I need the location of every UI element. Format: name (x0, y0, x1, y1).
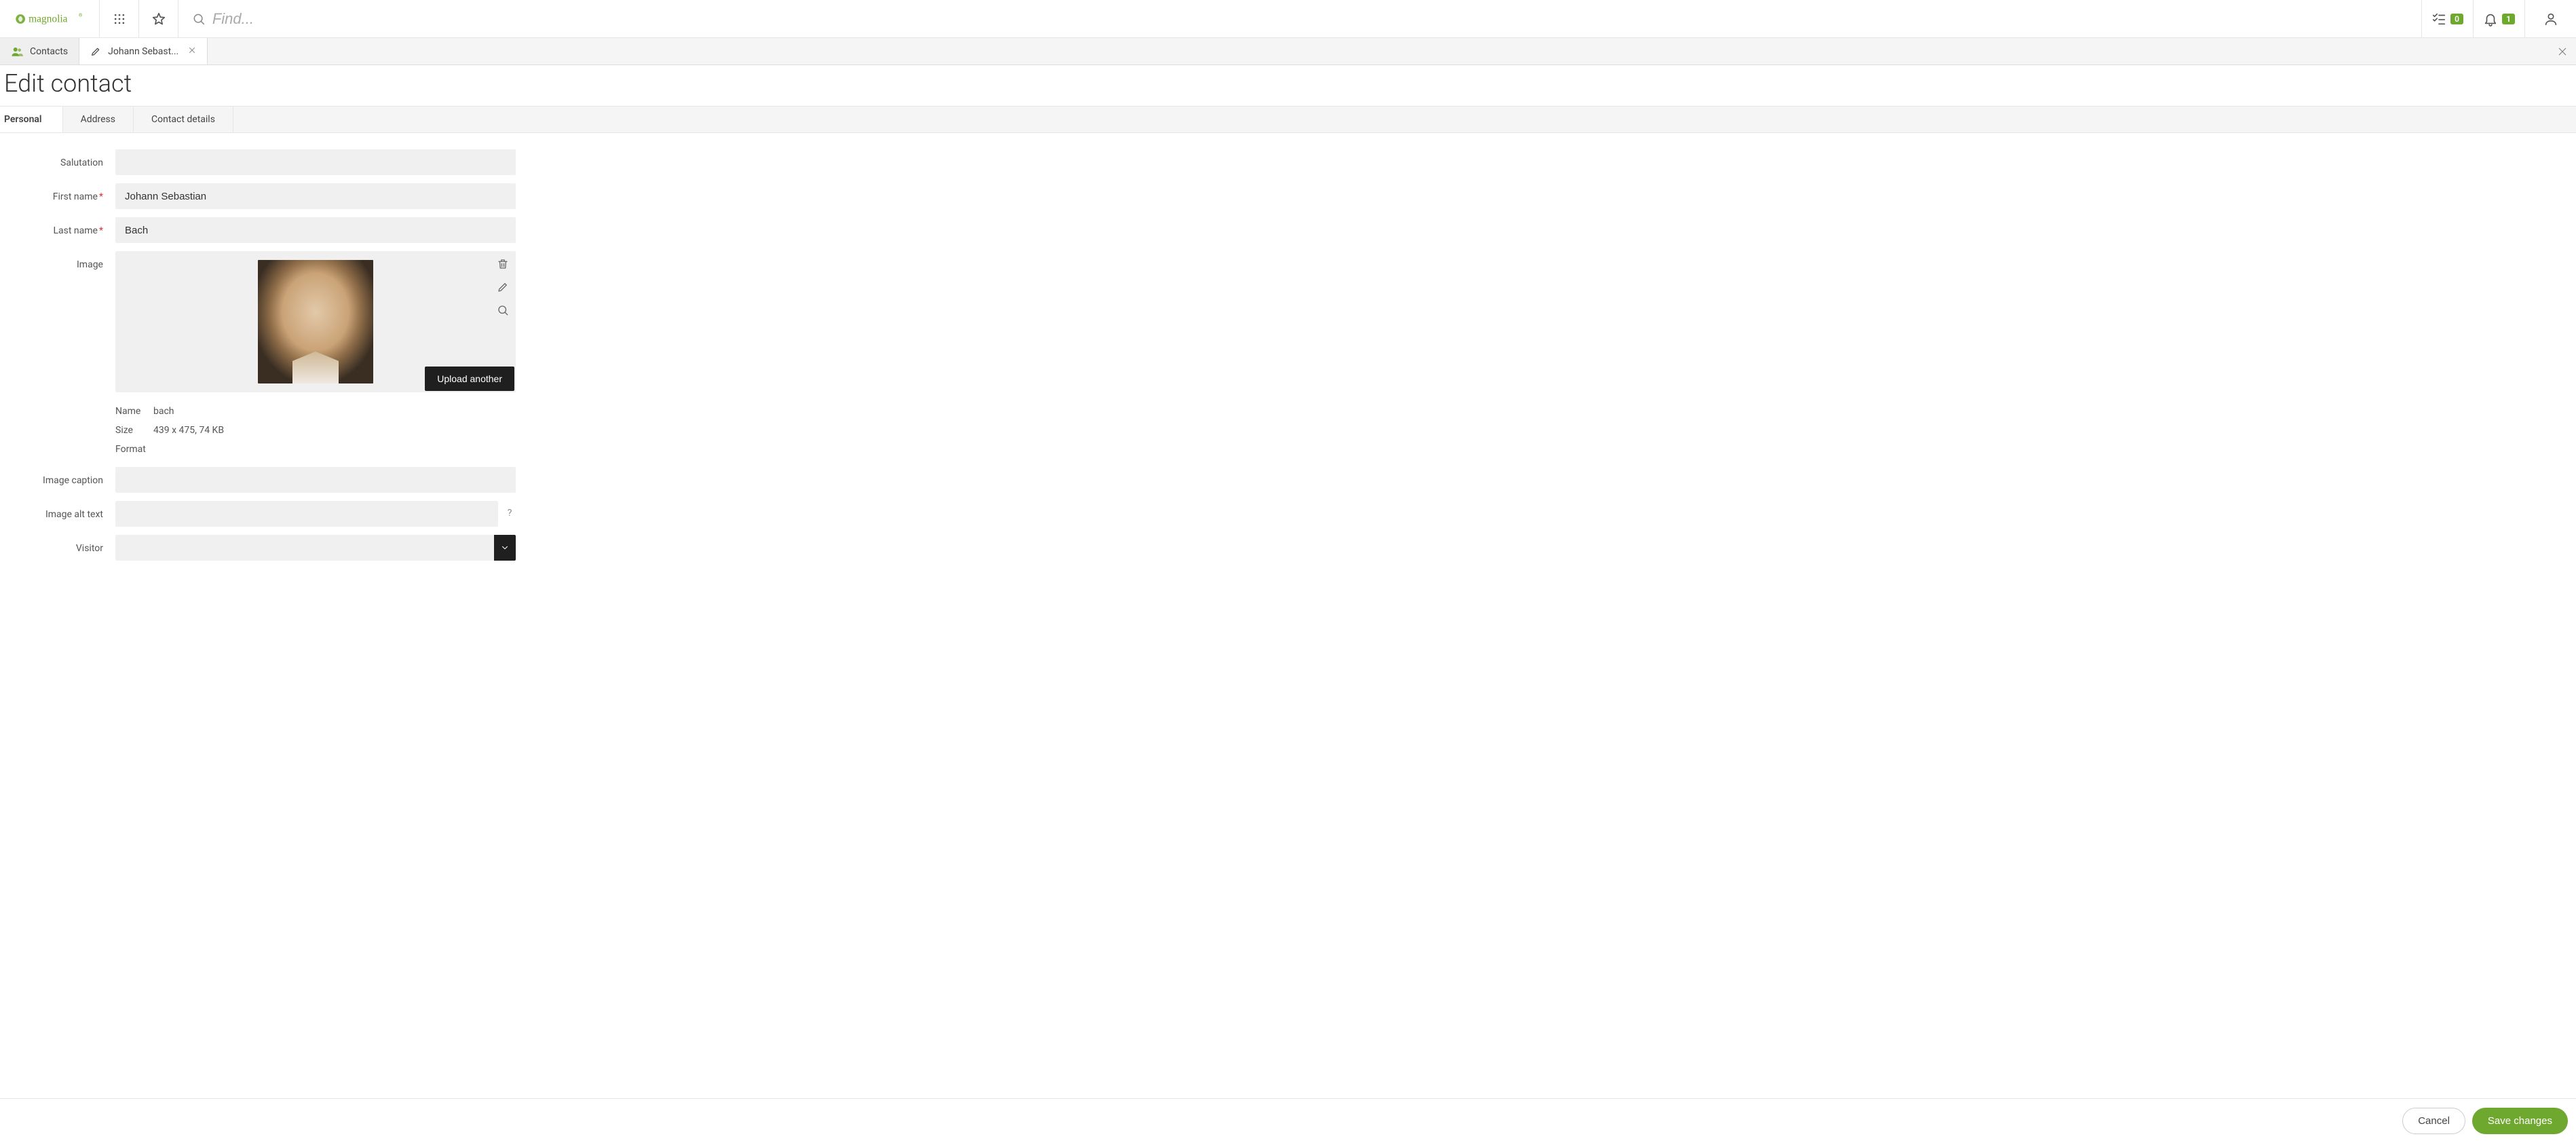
search-icon (497, 304, 509, 316)
row-salutation: Salutation (0, 149, 2576, 175)
row-image-caption: Image caption (0, 467, 2576, 493)
cancel-button[interactable]: Cancel (2402, 1108, 2465, 1134)
meta-value-size: 439 x 475, 74 KB (153, 425, 224, 436)
tab-label: Personal (4, 114, 42, 125)
app-launcher-button[interactable] (100, 0, 139, 37)
svg-text:®: ® (79, 12, 83, 18)
label-image: Image (0, 251, 115, 270)
required-marker: * (99, 191, 103, 202)
tab-personal[interactable]: Personal (0, 107, 63, 132)
subapp-tab-label: Contacts (30, 46, 68, 57)
image-actions (497, 258, 509, 319)
meta-row-format: Format (115, 440, 516, 459)
image-delete-button[interactable] (497, 258, 509, 273)
row-image-alt: Image alt text ? (0, 501, 2576, 527)
bell-icon (2483, 12, 2498, 26)
star-icon (151, 12, 166, 26)
upload-another-button[interactable]: Upload another (425, 367, 514, 391)
search-input[interactable] (212, 10, 2408, 28)
tab-label: Address (81, 114, 115, 125)
row-last-name: Last name* (0, 217, 2576, 243)
topbar: magnolia ® (0, 0, 2576, 38)
tab-contact-details[interactable]: Contact details (134, 107, 233, 132)
subapp-tab-edit[interactable]: Johann Sebast... (79, 38, 208, 64)
image-drop-zone[interactable]: Upload another (115, 251, 516, 392)
brand-name: magnolia (29, 13, 67, 24)
row-image: Image (0, 251, 2576, 459)
subapp-tabbar: Contacts Johann Sebast... (0, 38, 2576, 65)
tasks-button[interactable]: 0 (2421, 0, 2473, 37)
notifications-button[interactable]: 1 (2473, 0, 2524, 37)
label-image-alt: Image alt text (0, 501, 115, 520)
meta-value-name: bach (153, 406, 174, 417)
tasks-badge: 0 (2450, 14, 2463, 24)
image-alt-help[interactable]: ? (504, 501, 516, 527)
image-thumbnail (258, 260, 373, 383)
chevron-down-icon (500, 543, 510, 552)
form-body: Salutation First name* Last name* Image (0, 133, 2576, 1098)
image-zoom-button[interactable] (497, 304, 509, 319)
favorite-button[interactable] (139, 0, 178, 37)
label-first-name: First name* (0, 183, 115, 202)
subapp-tab-contacts[interactable]: Contacts (0, 38, 79, 64)
topbar-right: 0 1 (2421, 0, 2576, 37)
close-icon (2557, 46, 2568, 57)
panel-close-button[interactable] (2549, 38, 2576, 64)
image-edit-button[interactable] (497, 281, 509, 296)
image-alt-input[interactable] (115, 501, 498, 527)
meta-key: Name (115, 406, 153, 417)
image-meta: Name bach Size 439 x 475, 74 KB Format (115, 402, 516, 459)
tab-address[interactable]: Address (63, 107, 134, 132)
brand-logo[interactable]: magnolia ® (0, 0, 100, 37)
contacts-icon (11, 45, 23, 58)
first-name-input[interactable] (115, 183, 516, 209)
trash-icon (497, 258, 509, 270)
subapp-tab-label: Johann Sebast... (108, 46, 178, 57)
user-icon (2543, 12, 2558, 26)
row-visitor: Visitor (0, 535, 2576, 561)
topbar-left: magnolia ® (0, 0, 178, 37)
meta-key: Size (115, 425, 153, 436)
last-name-input[interactable] (115, 217, 516, 243)
visitor-select-toggle[interactable] (494, 535, 516, 561)
page-title: Edit contact (0, 65, 2576, 106)
apps-grid-icon (113, 12, 126, 26)
search-icon (192, 12, 206, 26)
image-caption-input[interactable] (115, 467, 516, 493)
visitor-select[interactable] (115, 535, 516, 561)
meta-row-name: Name bach (115, 402, 516, 421)
salutation-input[interactable] (115, 149, 516, 175)
visitor-select-value (115, 535, 494, 561)
notifications-badge: 1 (2502, 14, 2515, 24)
label-salutation: Salutation (0, 149, 115, 168)
save-button[interactable]: Save changes (2472, 1108, 2568, 1134)
profile-button[interactable] (2524, 0, 2576, 37)
footer: Cancel Save changes (0, 1098, 2576, 1143)
close-icon (188, 46, 196, 54)
magnolia-logo-icon: magnolia ® (12, 11, 87, 27)
meta-key: Format (115, 444, 153, 455)
row-first-name: First name* (0, 183, 2576, 209)
label-last-name: Last name* (0, 217, 115, 236)
pencil-icon (90, 46, 101, 57)
tasks-icon (2431, 12, 2446, 26)
form-tabs: Personal Address Contact details (0, 106, 2576, 133)
subapp-tab-close[interactable] (188, 46, 196, 57)
pencil-icon (497, 281, 509, 293)
meta-row-size: Size 439 x 475, 74 KB (115, 421, 516, 440)
label-visitor: Visitor (0, 535, 115, 554)
global-search (178, 0, 2421, 37)
label-image-caption: Image caption (0, 467, 115, 486)
required-marker: * (99, 225, 103, 236)
tab-label: Contact details (151, 114, 215, 125)
